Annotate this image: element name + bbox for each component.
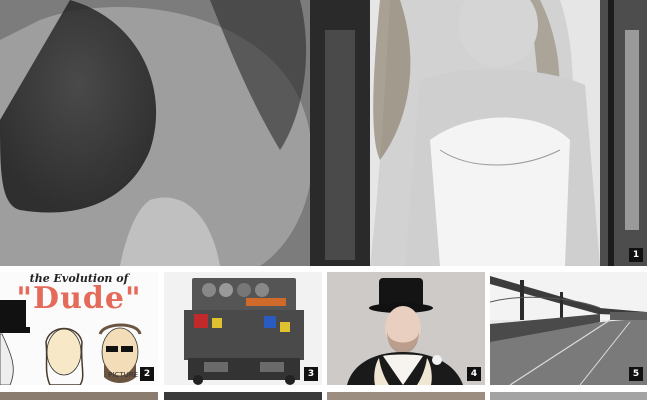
gallery-tile-5[interactable]: 5	[490, 272, 647, 385]
gallery-tile-8-partial[interactable]	[327, 392, 485, 400]
tile-2-number-badge: 2	[140, 367, 154, 381]
tile-3-number-badge: 3	[304, 367, 318, 381]
drawing-dude-word: "Dude"	[16, 281, 142, 316]
photo-3-image	[164, 272, 322, 385]
gallery-tile-2[interactable]: the Evolution of "Dude" PICTURE 2	[0, 272, 158, 385]
tile-4-number-badge: 4	[467, 367, 481, 381]
photo-5-image	[490, 272, 647, 385]
photo-4-image	[327, 272, 485, 385]
gallery-tile-7-partial[interactable]	[164, 392, 322, 400]
drawing-caption: PICTURE	[108, 371, 138, 379]
photo-1-image	[0, 0, 647, 266]
gallery-tile-4[interactable]: 4	[327, 272, 485, 385]
gallery-tile-1[interactable]: 1	[0, 0, 647, 266]
tile-1-number-badge: 1	[629, 248, 643, 262]
gallery-tile-3[interactable]: 3	[164, 272, 322, 385]
tile-5-number-badge: 5	[629, 367, 643, 381]
gallery-tile-9-partial[interactable]	[490, 392, 647, 400]
gallery-tile-6-partial[interactable]	[0, 392, 158, 400]
